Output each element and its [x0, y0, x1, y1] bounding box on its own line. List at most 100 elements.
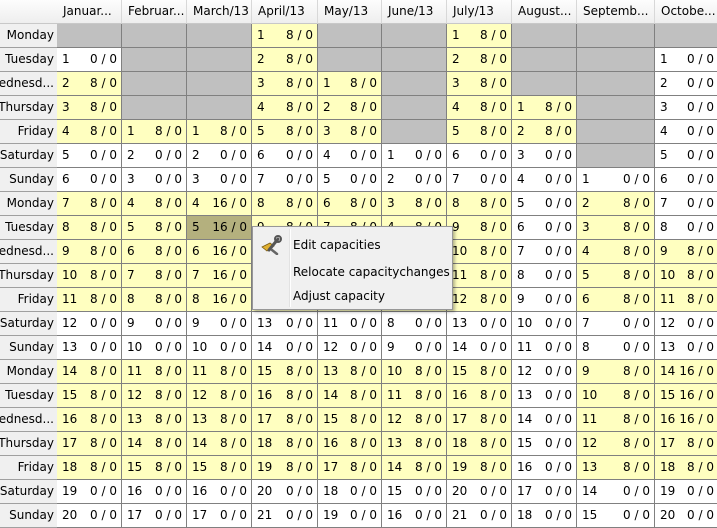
day-cell[interactable]: 15 0 / 0 [382, 480, 447, 504]
day-cell[interactable]: 7 8 / 0 [57, 192, 122, 216]
day-cell[interactable]: 16 8 / 0 [318, 432, 382, 456]
day-cell[interactable]: 7 0 / 0 [447, 168, 512, 192]
day-cell[interactable] [382, 72, 447, 96]
day-cell[interactable]: 13 0 / 0 [655, 336, 717, 360]
day-cell[interactable]: 4 8 / 0 [577, 240, 655, 264]
day-cell[interactable] [122, 96, 187, 120]
day-cell[interactable]: 17 8 / 0 [447, 408, 512, 432]
day-cell[interactable]: 14 8 / 0 [318, 384, 382, 408]
day-cell[interactable]: 4 0 / 0 [655, 120, 717, 144]
column-header[interactable]: Januar... [57, 0, 122, 24]
day-cell[interactable]: 12 0 / 0 [655, 312, 717, 336]
day-cell[interactable]: 9 0 / 0 [382, 336, 447, 360]
day-cell[interactable]: 1 0 / 0 [577, 168, 655, 192]
day-cell[interactable]: 21 0 / 0 [252, 504, 318, 528]
day-cell[interactable]: 17 0 / 0 [122, 504, 187, 528]
day-cell[interactable]: 10 8 / 0 [447, 240, 512, 264]
day-cell[interactable]: 20 0 / 0 [252, 480, 318, 504]
day-cell[interactable]: 3 0 / 0 [122, 168, 187, 192]
day-cell[interactable]: 1 8 / 0 [512, 96, 577, 120]
day-cell[interactable]: 15 0 / 0 [512, 432, 577, 456]
day-cell[interactable]: 16 16 / 0 [655, 408, 717, 432]
day-cell[interactable]: 4 8 / 0 [447, 96, 512, 120]
day-cell[interactable]: 14 8 / 0 [57, 360, 122, 384]
day-cell[interactable]: 9 8 / 0 [447, 216, 512, 240]
day-cell[interactable] [382, 24, 447, 48]
day-cell[interactable]: 6 16 / 0 [187, 240, 252, 264]
day-cell[interactable]: 19 0 / 0 [318, 504, 382, 528]
day-cell[interactable]: 20 0 / 0 [447, 480, 512, 504]
day-cell[interactable] [577, 24, 655, 48]
day-cell[interactable]: 18 8 / 0 [655, 456, 717, 480]
day-cell[interactable]: 14 0 / 0 [577, 480, 655, 504]
day-cell[interactable]: 13 0 / 0 [252, 312, 318, 336]
day-cell[interactable]: 7 0 / 0 [252, 168, 318, 192]
day-cell[interactable]: 3 8 / 0 [57, 96, 122, 120]
day-cell[interactable]: 4 0 / 0 [512, 168, 577, 192]
day-cell[interactable]: 11 0 / 0 [512, 336, 577, 360]
day-cell[interactable]: 8 0 / 0 [577, 336, 655, 360]
day-cell[interactable]: 10 0 / 0 [512, 312, 577, 336]
day-cell[interactable]: 8 0 / 0 [382, 312, 447, 336]
day-cell[interactable]: 13 8 / 0 [577, 456, 655, 480]
day-cell[interactable]: 3 0 / 0 [187, 168, 252, 192]
day-cell[interactable]: 5 0 / 0 [318, 168, 382, 192]
day-cell[interactable] [577, 48, 655, 72]
day-cell[interactable]: 18 8 / 0 [252, 432, 318, 456]
day-cell[interactable]: 7 8 / 0 [122, 264, 187, 288]
day-cell[interactable]: 12 8 / 0 [577, 432, 655, 456]
day-cell[interactable]: 13 0 / 0 [512, 384, 577, 408]
day-cell[interactable]: 2 8 / 0 [252, 48, 318, 72]
day-cell[interactable]: 15 8 / 0 [57, 384, 122, 408]
day-cell[interactable]: 2 8 / 0 [577, 192, 655, 216]
day-cell[interactable]: 10 0 / 0 [187, 336, 252, 360]
day-cell[interactable] [187, 96, 252, 120]
day-cell[interactable]: 13 8 / 0 [382, 432, 447, 456]
day-cell[interactable] [187, 24, 252, 48]
day-cell[interactable]: 2 8 / 0 [447, 48, 512, 72]
day-cell[interactable]: 5 0 / 0 [57, 144, 122, 168]
day-cell[interactable]: 5 16 / 0 [187, 216, 252, 240]
day-cell[interactable]: 10 8 / 0 [577, 384, 655, 408]
day-cell[interactable]: 16 8 / 0 [447, 384, 512, 408]
day-cell[interactable]: 11 8 / 0 [577, 408, 655, 432]
day-cell[interactable]: 14 8 / 0 [187, 432, 252, 456]
day-cell[interactable]: 19 0 / 0 [655, 480, 717, 504]
day-cell[interactable]: 4 8 / 0 [122, 192, 187, 216]
day-cell[interactable]: 16 8 / 0 [57, 408, 122, 432]
day-cell[interactable]: 17 8 / 0 [318, 456, 382, 480]
day-cell[interactable]: 9 8 / 0 [655, 240, 717, 264]
day-cell[interactable]: 6 0 / 0 [655, 168, 717, 192]
day-cell[interactable] [577, 144, 655, 168]
day-cell[interactable]: 19 8 / 0 [447, 456, 512, 480]
day-cell[interactable]: 12 8 / 0 [122, 384, 187, 408]
day-cell[interactable]: 5 8 / 0 [122, 216, 187, 240]
day-cell[interactable]: 2 8 / 0 [512, 120, 577, 144]
day-cell[interactable]: 8 8 / 0 [447, 192, 512, 216]
day-cell[interactable]: 6 0 / 0 [512, 216, 577, 240]
day-cell[interactable]: 16 0 / 0 [382, 504, 447, 528]
menu-item-adjust-capacity[interactable]: Adjust capacity [293, 286, 450, 306]
day-cell[interactable]: 3 8 / 0 [382, 192, 447, 216]
day-cell[interactable]: 1 0 / 0 [382, 144, 447, 168]
day-cell[interactable]: 17 0 / 0 [187, 504, 252, 528]
day-cell[interactable] [187, 72, 252, 96]
day-cell[interactable]: 14 0 / 0 [252, 336, 318, 360]
column-header[interactable]: July/13 [447, 0, 512, 24]
day-cell[interactable]: 13 8 / 0 [318, 360, 382, 384]
day-cell[interactable]: 9 8 / 0 [577, 360, 655, 384]
day-cell[interactable]: 12 8 / 0 [187, 384, 252, 408]
day-cell[interactable]: 2 0 / 0 [382, 168, 447, 192]
column-header[interactable]: Octobe... [655, 0, 717, 24]
day-cell[interactable]: 1 8 / 0 [318, 72, 382, 96]
day-cell[interactable]: 9 0 / 0 [512, 288, 577, 312]
day-cell[interactable]: 6 8 / 0 [577, 288, 655, 312]
day-cell[interactable]: 8 8 / 0 [252, 192, 318, 216]
day-cell[interactable] [382, 48, 447, 72]
day-cell[interactable] [512, 24, 577, 48]
day-cell[interactable]: 17 0 / 0 [512, 480, 577, 504]
day-cell[interactable]: 6 0 / 0 [447, 144, 512, 168]
day-cell[interactable] [512, 72, 577, 96]
day-cell[interactable]: 11 8 / 0 [122, 360, 187, 384]
day-cell[interactable]: 1 8 / 0 [447, 24, 512, 48]
